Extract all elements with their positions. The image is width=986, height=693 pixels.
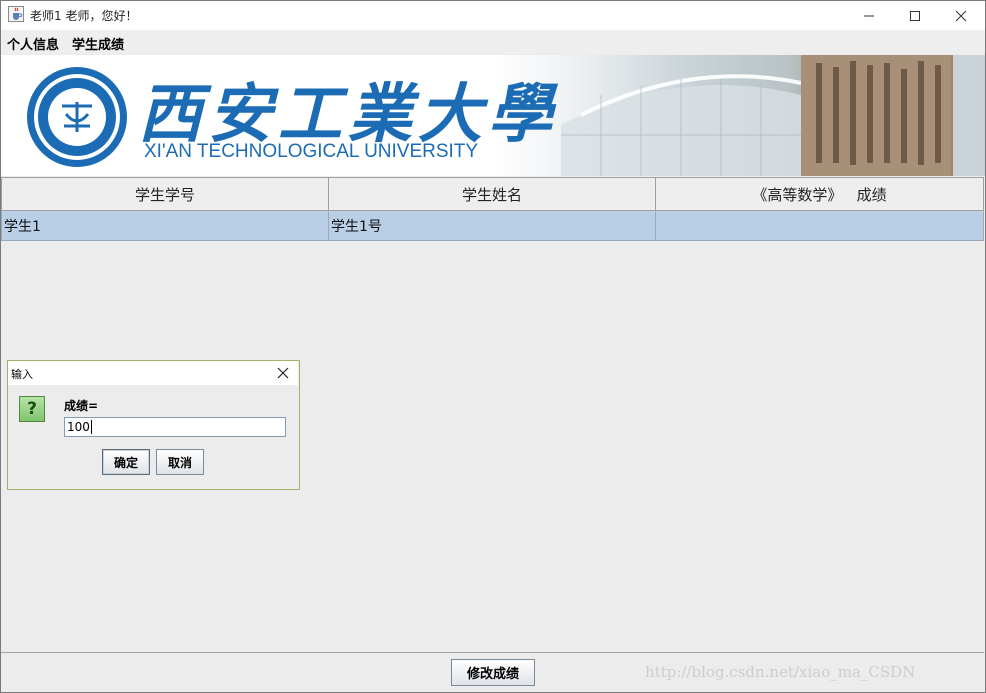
close-icon [277, 367, 289, 379]
close-icon [955, 10, 967, 21]
maximize-icon [910, 10, 920, 21]
grade-label: 成绩= [64, 399, 99, 413]
dialog-title: 输入 [11, 368, 33, 381]
menu-personal-info[interactable]: 个人信息 [7, 34, 59, 53]
watermark-text: http://blog.csdn.net/xiao_ma_CSDN [645, 663, 916, 681]
university-logo [26, 66, 128, 168]
minimize-button[interactable] [846, 1, 892, 30]
ok-button[interactable]: 确定 [102, 449, 150, 475]
dialog-title-bar [8, 361, 298, 385]
minimize-icon [864, 15, 874, 16]
column-header-student-name[interactable]: 学生姓名 [329, 177, 656, 211]
table-cell-student-name[interactable]: 学生1号 [329, 211, 656, 241]
column-header-math-grade[interactable]: 《高等数学》 成绩 [656, 177, 984, 211]
grade-input-value: 100 [67, 420, 90, 434]
window-title: 老师1 老师，您好！ [30, 9, 138, 23]
text-caret [90, 420, 92, 434]
bottom-divider [1, 652, 984, 653]
cancel-button[interactable]: 取消 [156, 449, 204, 475]
menu-student-grades[interactable]: 学生成绩 [72, 34, 124, 53]
table-cell-math-grade[interactable] [656, 211, 984, 241]
maximize-button[interactable] [892, 1, 938, 30]
table-cell-student-id[interactable]: 学生1 [1, 211, 329, 241]
university-name-en: XI'AN TECHNOLOGICAL UNIVERSITY [144, 141, 479, 162]
java-cup-icon [8, 6, 24, 22]
campus-photo [561, 55, 985, 176]
question-icon: ? [19, 396, 45, 422]
column-header-student-id[interactable]: 学生学号 [1, 177, 329, 211]
modify-grade-button[interactable]: 修改成绩 [451, 659, 535, 686]
menu-bar [1, 30, 985, 54]
grade-input[interactable]: 100 [64, 417, 286, 437]
close-button[interactable] [938, 1, 984, 30]
title-bar [1, 1, 985, 30]
dialog-close-button[interactable] [276, 366, 290, 380]
